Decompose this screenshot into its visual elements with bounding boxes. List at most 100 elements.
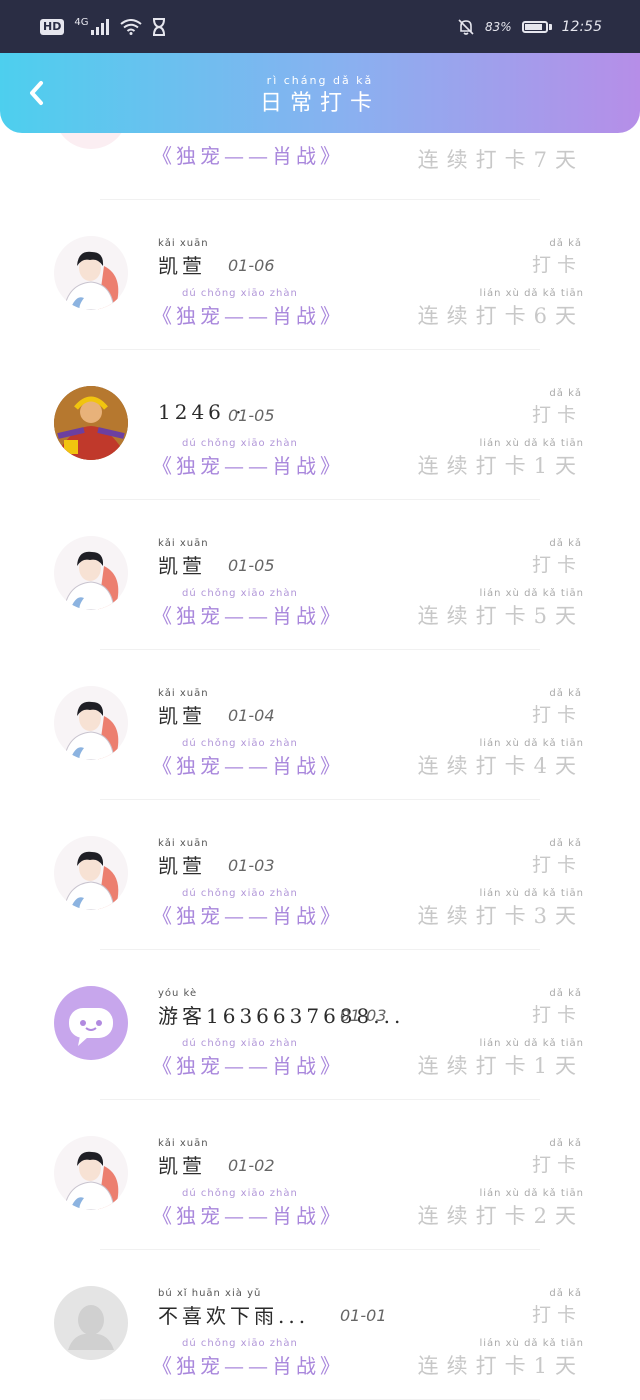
favorite-text: 《独宠——肖战》: [152, 1354, 344, 1378]
list-item[interactable]: 1246 · 01-05 dǎ kǎ 打卡 dú chǒng xiāo zhàn 《独宠—…: [0, 350, 640, 500]
avatar[interactable]: [54, 386, 128, 460]
streak-text: 连续打卡1天: [417, 1354, 584, 1378]
list-item[interactable]: kǎi xuān 凯萱 01-04 dǎ kǎ 打卡 dú chǒng xiāo zhàn…: [0, 650, 640, 800]
checkin-date: 01-03: [228, 856, 275, 875]
username-pinyin: kǎi xuān: [158, 838, 209, 849]
list-item[interactable]: kǎi xuān 凯萱 01-05 dǎ kǎ 打卡 dú chǒng xiāo zhàn…: [0, 500, 640, 650]
checkin-date: 01-04: [228, 706, 275, 725]
user-avatar-icon: [54, 236, 128, 310]
streak-text: 连续打卡4天: [417, 754, 584, 778]
streak-pinyin: lián xù dǎ kǎ tiān: [479, 888, 584, 899]
checkin-pinyin: dǎ kǎ: [549, 988, 582, 999]
favorite-text: 《独宠——肖战》: [152, 754, 344, 778]
checkin-pinyin: dǎ kǎ: [549, 238, 582, 249]
user-avatar-icon: [54, 386, 128, 460]
streak-pinyin: lián xù dǎ kǎ tiān: [479, 1338, 584, 1349]
favorite-pinyin: dú chǒng xiāo zhàn: [182, 438, 298, 449]
username-pinyin: kǎi xuān: [158, 538, 209, 549]
list-item[interactable]: yóu kè 游客1636637688... 01-03 dǎ kǎ 打卡 dú chǒn…: [0, 950, 640, 1100]
user-avatar-icon: [54, 1136, 128, 1210]
checkin-pinyin: dǎ kǎ: [549, 688, 582, 699]
back-button[interactable]: [18, 75, 54, 111]
checkin-date: 01-05: [228, 556, 275, 575]
user-avatar-icon: [54, 1286, 128, 1360]
checkin-pinyin: dǎ kǎ: [549, 538, 582, 549]
username-pinyin: [158, 388, 246, 400]
wifi-icon: [120, 18, 143, 35]
user-avatar-icon: [54, 536, 128, 610]
favorite-pinyin: dú chǒng xiāo zhàn: [182, 1188, 298, 1199]
avatar[interactable]: [54, 986, 128, 1060]
avatar[interactable]: [54, 1286, 128, 1360]
hourglass-icon: [153, 17, 166, 36]
streak-pinyin: lián xù dǎ kǎ tiān: [479, 738, 584, 749]
username-pinyin: kǎi xuān: [158, 688, 209, 699]
list-item[interactable]: bú xǐ huān xià yǔ 不喜欢下雨... 01-01 dǎ kǎ 打卡 dú …: [0, 1250, 640, 1400]
streak-pinyin: lián xù dǎ kǎ tiān: [479, 1188, 584, 1199]
checkin-label: 打卡: [531, 554, 582, 576]
checkin-pinyin: dǎ kǎ: [549, 1138, 582, 1149]
streak-pinyin: lián xù dǎ kǎ tiān: [479, 1038, 584, 1049]
app-header: rì cháng dǎ kǎ 日常打卡: [0, 53, 640, 133]
favorite-pinyin: dú chǒng xiāo zhàn: [182, 888, 298, 899]
checkin-pinyin: dǎ kǎ: [549, 388, 582, 399]
user-avatar-icon: [54, 686, 128, 760]
chevron-left-icon: [30, 81, 43, 105]
favorite-pinyin: dú chǒng xiāo zhàn: [182, 588, 298, 599]
checkin-date: 01-05: [228, 406, 275, 425]
favorite-text: 《独宠——肖战》: [152, 604, 344, 628]
avatar[interactable]: [54, 536, 128, 610]
avatar[interactable]: [54, 686, 128, 760]
hd-badge: HD: [40, 18, 65, 35]
checkin-label: 打卡: [531, 704, 582, 726]
username: 凯萱: [158, 854, 206, 878]
username-pinyin: bú xǐ huān xià yǔ: [158, 1288, 262, 1299]
streak-text: 连续打卡6天: [417, 304, 584, 328]
username-pinyin: yóu kè: [158, 988, 198, 999]
checkin-date: 01-03: [340, 1006, 387, 1025]
favorite-text: 《独宠——肖战》: [152, 304, 344, 328]
streak-pinyin: lián xù dǎ kǎ tiān: [479, 588, 584, 599]
signal-icon: [91, 18, 110, 35]
page-title: 日常打卡: [259, 90, 380, 116]
status-right: 83% 12:55: [457, 18, 602, 36]
checkin-date: 01-02: [228, 1156, 275, 1175]
avatar[interactable]: [54, 1136, 128, 1210]
favorite-text: 《独宠——肖战》: [152, 454, 344, 478]
streak-text: 连续打卡1天: [417, 454, 584, 478]
favorite-pinyin: dú chǒng xiāo zhàn: [182, 1338, 298, 1349]
favorite-text: 《独宠——肖战》: [152, 904, 344, 928]
status-left: HD 4G: [40, 17, 166, 36]
streak-text: 连续打卡7天: [417, 148, 584, 172]
streak-text: 连续打卡3天: [417, 904, 584, 928]
clock: 12:55: [561, 18, 602, 35]
checkin-label: 打卡: [531, 1004, 582, 1026]
checkin-label: 打卡: [531, 404, 582, 426]
network-label: 4G: [74, 17, 89, 28]
bell-off-icon: [458, 18, 474, 35]
status-bar: HD 4G 83% 12:55: [0, 0, 640, 53]
checkin-date: 01-01: [340, 1306, 387, 1325]
battery-percent: 83%: [484, 19, 512, 34]
favorite-text: 《独宠——肖战》: [152, 1204, 344, 1228]
title-block: rì cháng dǎ kǎ 日常打卡: [260, 74, 380, 117]
streak-text: 连续打卡5天: [417, 604, 584, 628]
streak-text: 连续打卡1天: [417, 1054, 584, 1078]
checkin-label: 打卡: [531, 1304, 582, 1326]
checkin-pinyin: dǎ kǎ: [549, 1288, 582, 1299]
list-item[interactable]: kǎi xuān 凯萱 01-02 dǎ kǎ 打卡 dú chǒng xiāo zhàn…: [0, 1100, 640, 1250]
list-item[interactable]: kǎi xuān 凯萱 01-03 dǎ kǎ 打卡 dú chǒng xiāo zhàn…: [0, 800, 640, 950]
avatar[interactable]: [54, 236, 128, 310]
checkin-pinyin: dǎ kǎ: [549, 838, 582, 849]
checkin-label: 打卡: [531, 254, 582, 276]
favorite-text: 《独宠——肖战》: [152, 1054, 344, 1078]
list-item[interactable]: kǎi xuān 凯萱 01-06 dǎ kǎ 打卡 dú chǒng xiāo zhàn…: [0, 200, 640, 350]
avatar[interactable]: [54, 836, 128, 910]
username: 凯萱: [158, 254, 206, 278]
user-avatar-icon: [54, 836, 128, 910]
checkin-label: 打卡: [531, 854, 582, 876]
streak-text: 连续打卡2天: [417, 1204, 584, 1228]
favorite-pinyin: dú chǒng xiāo zhàn: [182, 1038, 298, 1049]
checkin-label: 打卡: [531, 1154, 582, 1176]
username: 凯萱: [158, 704, 206, 728]
